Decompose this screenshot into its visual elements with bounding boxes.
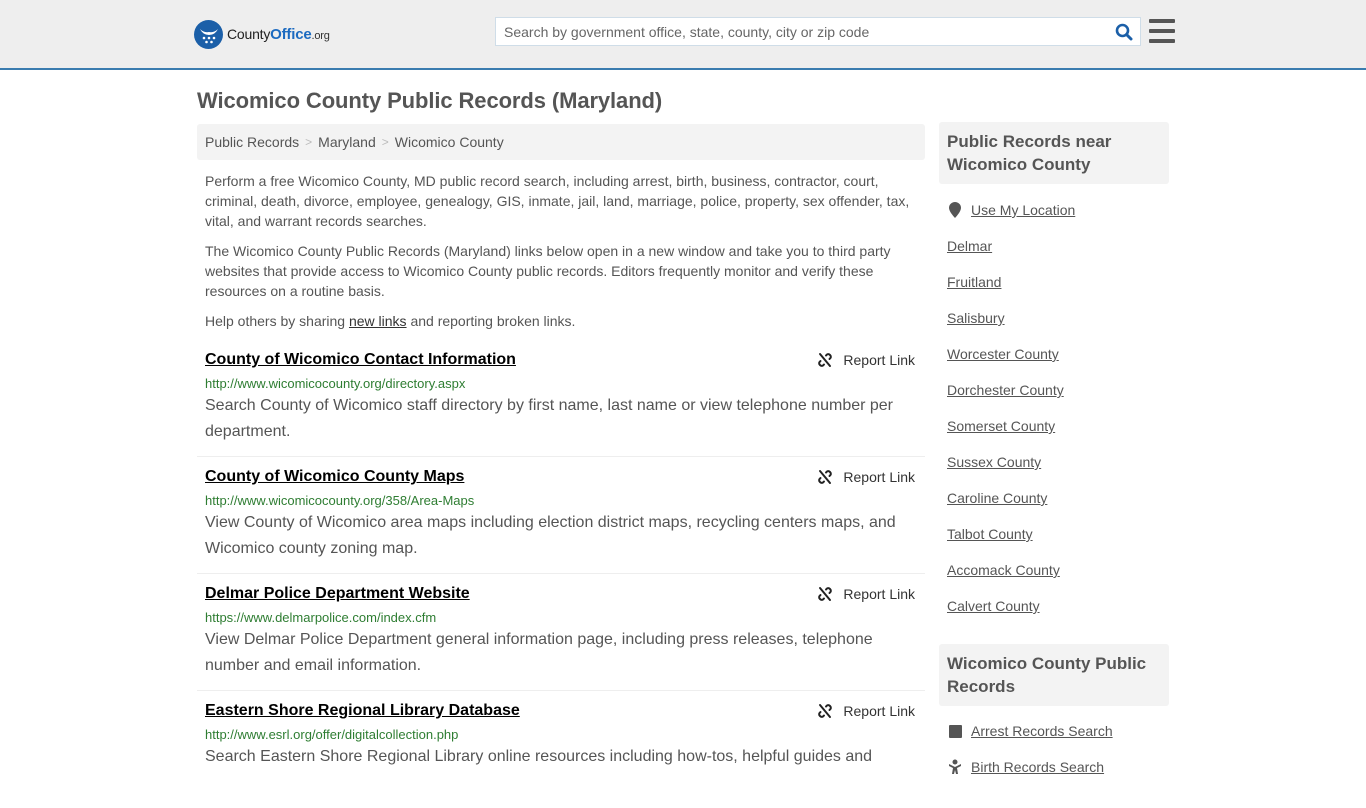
record-description: View County of Wicomico area maps includ… (205, 514, 896, 557)
broken-link-icon (818, 587, 833, 601)
record-item: County of Wicomico County Maps Report Li… (197, 457, 925, 574)
nearby-place-link[interactable]: Sussex County (947, 454, 1041, 470)
site-logo[interactable]: CountyOffice.org (194, 20, 330, 49)
nearby-place-item: Dorchester County (947, 372, 1167, 408)
nearby-place-link[interactable]: Talbot County (947, 526, 1033, 542)
broken-link-icon (818, 704, 833, 718)
nearby-records-heading: Public Records near Wicomico County (939, 122, 1169, 184)
record-url: http://www.esrl.org/offer/digitalcollect… (205, 727, 459, 742)
search-icon (1115, 23, 1133, 40)
intro-paragraph-2: The Wicomico County Public Records (Mary… (205, 243, 891, 299)
record-url: http://www.wicomicocounty.org/358/Area-M… (205, 493, 475, 508)
nearby-place-item: Fruitland (947, 264, 1167, 300)
menu-bar (1149, 19, 1175, 23)
use-my-location-link[interactable]: Use My Location (971, 202, 1075, 218)
map-pin-icon (947, 202, 963, 218)
intro-text-after: and reporting broken links. (406, 313, 576, 329)
nearby-place-link[interactable]: Accomack County (947, 562, 1060, 578)
intro-text: Perform a free Wicomico County, MD publi… (205, 171, 920, 341)
breadcrumb-separator: > (305, 135, 313, 149)
nearby-place-link[interactable]: Salisbury (947, 310, 1005, 326)
menu-bar (1149, 39, 1175, 43)
site-header: CountyOffice.org (0, 0, 1366, 70)
menu-bar (1149, 29, 1175, 33)
arrest-records-link[interactable]: Arrest Records Search (971, 723, 1113, 739)
report-link-button[interactable]: Report Link (817, 469, 915, 485)
search-box (495, 17, 1141, 46)
nearby-place-link[interactable]: Somerset County (947, 418, 1055, 434)
nearby-place-item: Caroline County (947, 480, 1167, 516)
breadcrumb-wicomico-county[interactable]: Wicomico County (395, 134, 504, 150)
nearby-place-item: Delmar (947, 228, 1167, 264)
county-record-item: Arrest Records Search (947, 713, 1167, 749)
nearby-place-item: Sussex County (947, 444, 1167, 480)
intro-text-before: Help others by sharing (205, 313, 349, 329)
county-record-item: Birth Records Search (947, 749, 1167, 785)
breadcrumb-maryland[interactable]: Maryland (318, 134, 376, 150)
eagle-logo-icon (194, 20, 223, 49)
nearby-place-item: Calvert County (947, 588, 1167, 624)
logo-wordmark: CountyOffice.org (227, 26, 330, 43)
record-item: Delmar Police Department Website Report … (197, 574, 925, 691)
intro-paragraph-3: Help others by sharing new links and rep… (205, 311, 920, 331)
broken-link-icon (818, 470, 833, 484)
search-button[interactable] (1108, 18, 1140, 45)
logo-tld: .org (311, 30, 330, 42)
record-description: Search County of Wicomico staff director… (205, 397, 894, 440)
new-links-link[interactable]: new links (349, 313, 407, 329)
records-list: County of Wicomico Contact Information R… (197, 340, 925, 808)
record-description: View Delmar Police Department general in… (205, 631, 873, 674)
record-title-link[interactable]: County of Wicomico Contact Information (205, 351, 516, 369)
broken-link-icon (818, 353, 833, 367)
logo-highlight: Office (270, 26, 312, 43)
breadcrumb-separator: > (381, 135, 389, 149)
use-my-location-item: Use My Location (947, 192, 1167, 228)
report-link-label: Report Link (843, 352, 915, 368)
nearby-place-item: Talbot County (947, 516, 1167, 552)
report-link-button[interactable]: Report Link (817, 352, 915, 368)
breadcrumb: Public Records > Maryland > Wicomico Cou… (197, 124, 925, 160)
nearby-places-list: Use My Location Delmar Fruitland Salisbu… (947, 192, 1167, 624)
county-records-heading: Wicomico County Public Records (939, 644, 1169, 706)
nearby-place-item: Accomack County (947, 552, 1167, 588)
baby-icon (947, 759, 963, 775)
nearby-place-link[interactable]: Worcester County (947, 346, 1059, 362)
intro-paragraph-1: Perform a free Wicomico County, MD publi… (205, 173, 910, 229)
record-url: http://www.wicomicocounty.org/directory.… (205, 376, 466, 391)
report-link-button[interactable]: Report Link (817, 586, 915, 602)
page-title: Wicomico County Public Records (Maryland… (197, 88, 663, 113)
report-link-button[interactable]: Report Link (817, 703, 915, 719)
nearby-place-item: Somerset County (947, 408, 1167, 444)
logo-name: County (227, 26, 271, 42)
birth-records-link[interactable]: Birth Records Search (971, 759, 1104, 775)
record-title-link[interactable]: Eastern Shore Regional Library Database (205, 702, 520, 720)
record-item: Eastern Shore Regional Library Database … (197, 691, 925, 808)
record-item: County of Wicomico Contact Information R… (197, 340, 925, 457)
record-url: https://www.delmarpolice.com/index.cfm (205, 610, 437, 625)
nearby-place-link[interactable]: Fruitland (947, 274, 1001, 290)
nearby-place-item: Worcester County (947, 336, 1167, 372)
nearby-place-link[interactable]: Delmar (947, 238, 992, 254)
record-title-link[interactable]: County of Wicomico County Maps (205, 468, 464, 486)
county-records-list: Arrest Records Search Birth Records Sear… (947, 713, 1167, 785)
square-icon (947, 724, 963, 738)
nearby-place-item: Salisbury (947, 300, 1167, 336)
breadcrumb-public-records[interactable]: Public Records (205, 134, 299, 150)
search-input[interactable] (496, 18, 1108, 45)
report-link-label: Report Link (843, 703, 915, 719)
report-link-label: Report Link (843, 469, 915, 485)
report-link-label: Report Link (843, 586, 915, 602)
nearby-place-link[interactable]: Caroline County (947, 490, 1047, 506)
nearby-place-link[interactable]: Dorchester County (947, 382, 1064, 398)
nearby-place-link[interactable]: Calvert County (947, 598, 1040, 614)
hamburger-menu-icon[interactable] (1149, 19, 1175, 43)
record-description: Search Eastern Shore Regional Library on… (205, 748, 873, 765)
record-title-link[interactable]: Delmar Police Department Website (205, 585, 470, 603)
